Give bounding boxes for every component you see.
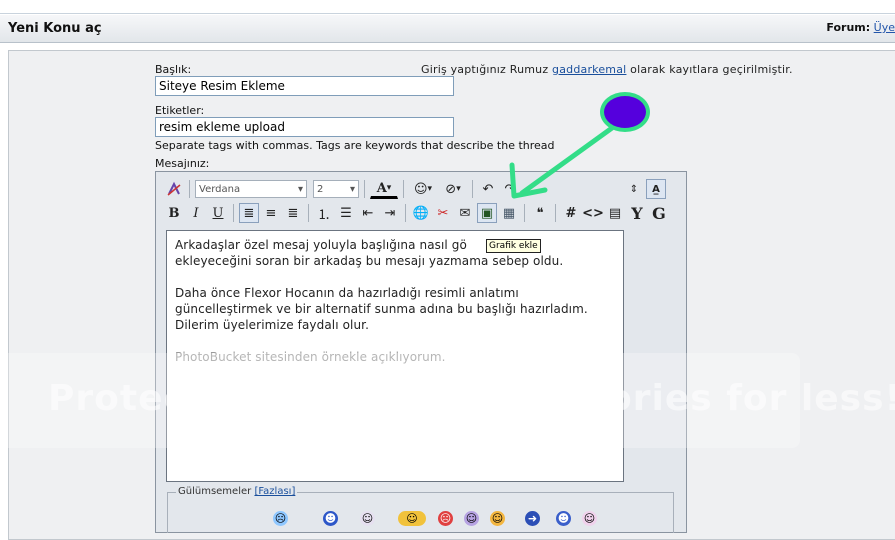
annotation-circle [600,92,650,132]
annotation-arrow-line [519,125,615,196]
annotation-overlay [509,125,615,199]
